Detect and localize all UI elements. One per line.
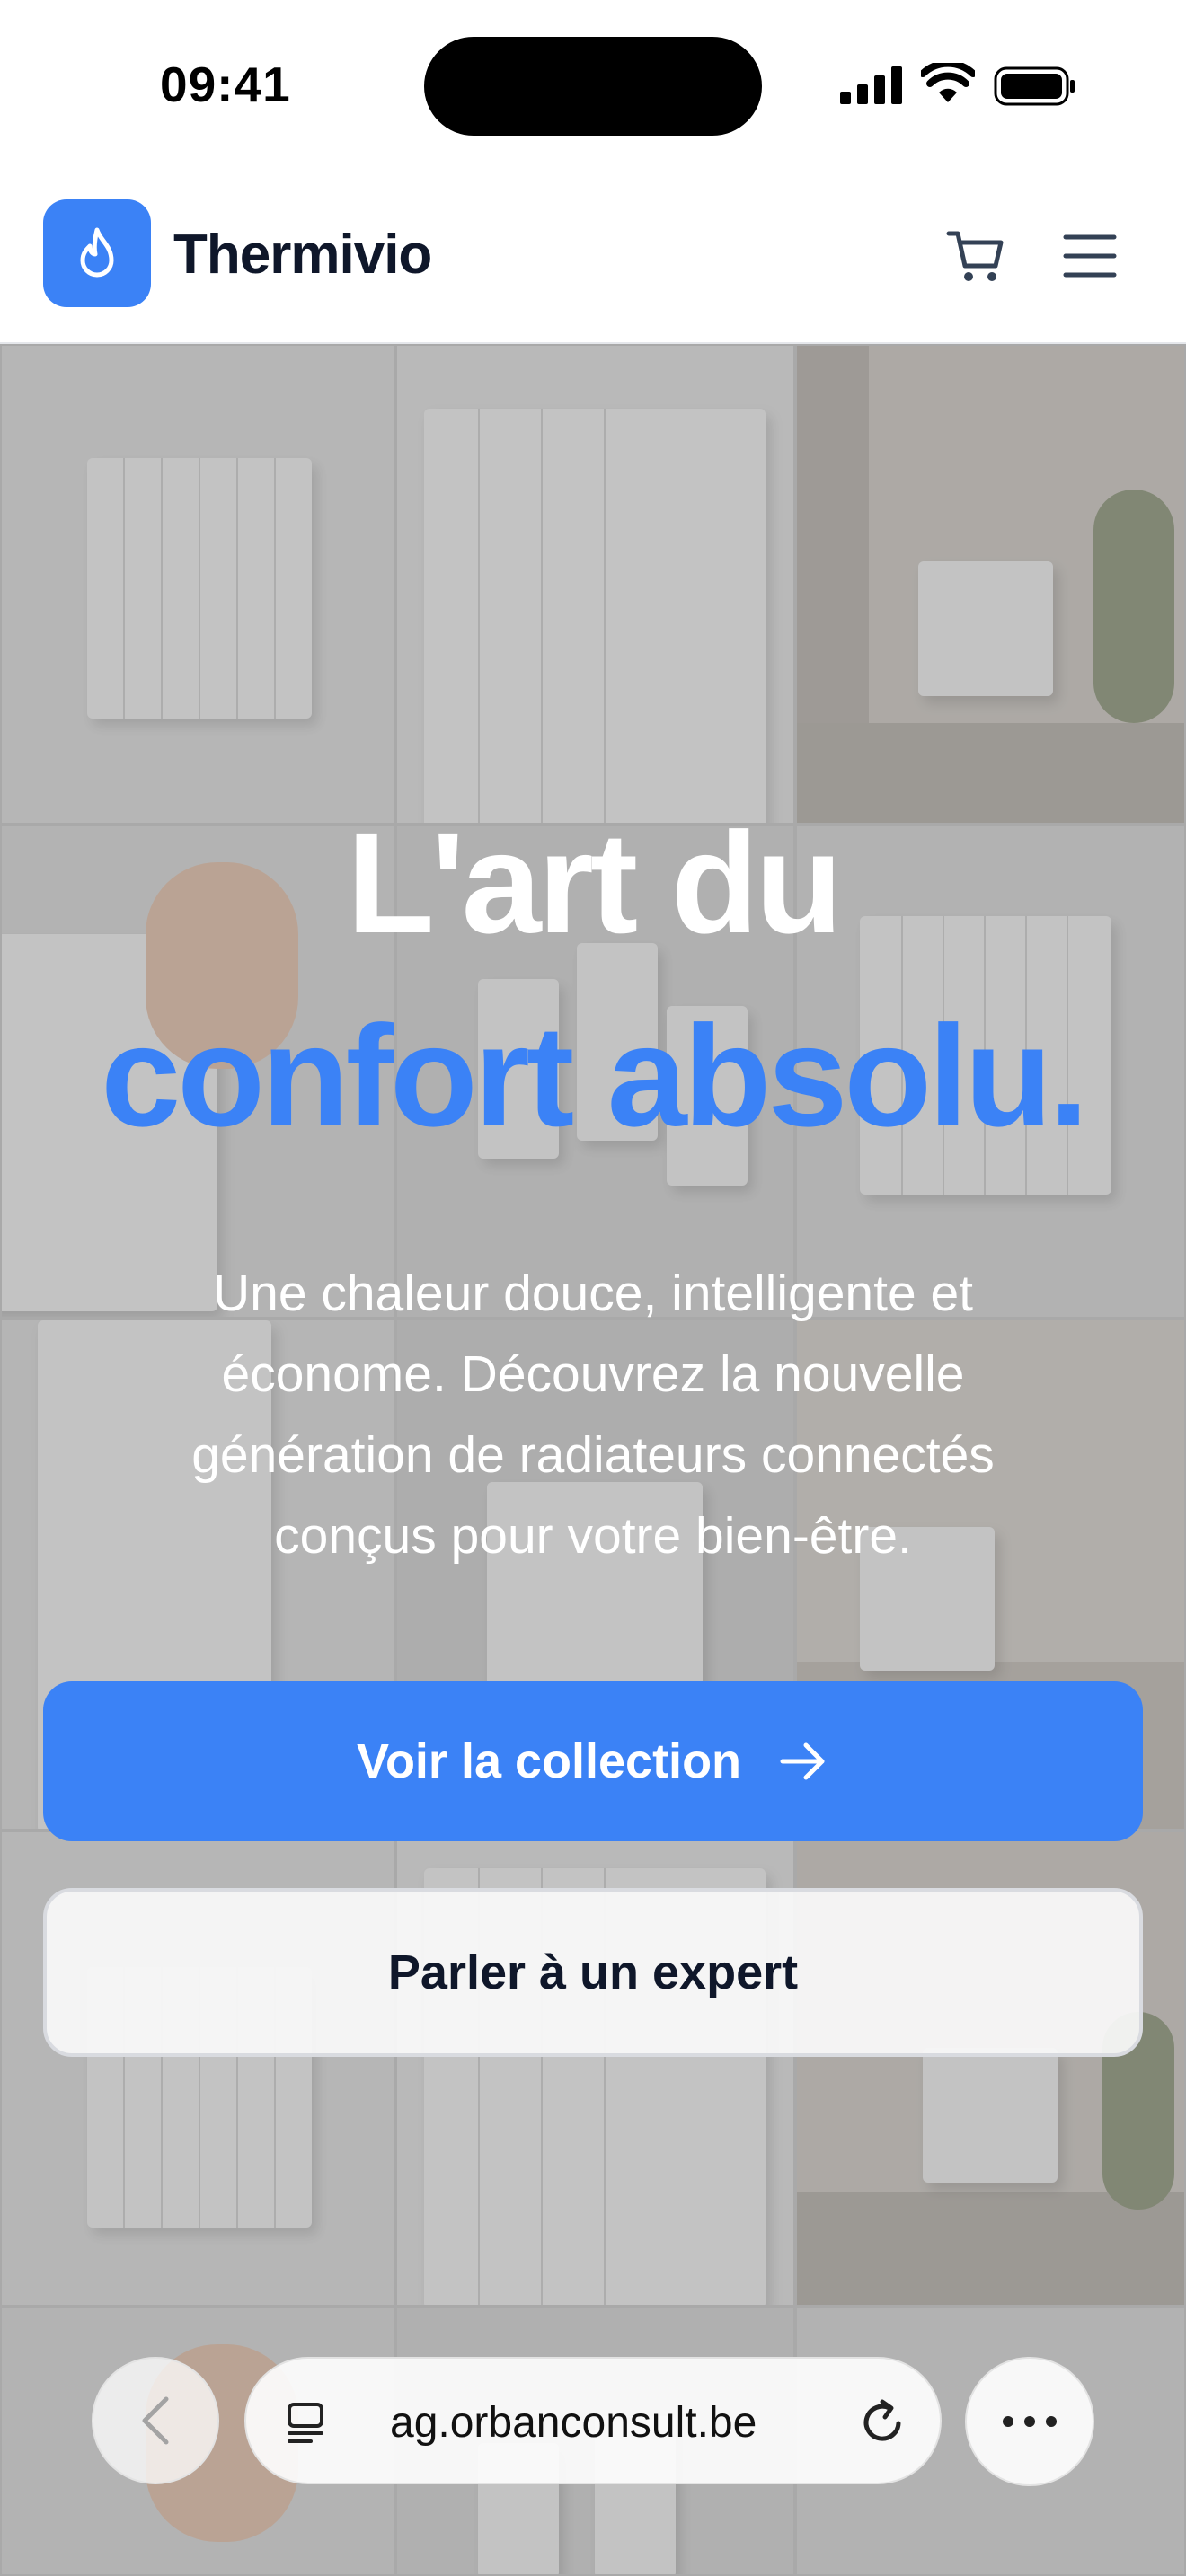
hero-subtitle: Une chaleur douce, intelligente et écono…: [191, 1265, 995, 1565]
view-collection-label: Voir la collection: [356, 1734, 742, 1788]
menu-icon[interactable]: [1060, 226, 1120, 286]
battery-icon: [994, 66, 1075, 106]
brand-name[interactable]: Thermivio: [173, 223, 432, 287]
hero-title-line1: L'art du: [346, 802, 843, 963]
talk-to-expert-label: Parler à un expert: [387, 1945, 799, 1999]
status-time: 09:41: [160, 57, 291, 112]
browser-more-button[interactable]: [965, 2357, 1094, 2486]
product-image: [395, 344, 795, 825]
browser-url[interactable]: ag.orbanconsult.be: [390, 2398, 757, 2448]
browser-address-bar[interactable]: ag.orbanconsult.be: [244, 2357, 942, 2484]
hero-title-line2: confort absolu.: [101, 995, 1089, 1156]
talk-to-expert-button[interactable]: Parler à un expert: [43, 1888, 1143, 2057]
more-icon: [1003, 2416, 1057, 2427]
site-header: Thermivio: [0, 171, 1186, 344]
brand-logo[interactable]: [43, 199, 151, 307]
status-bar: 09:41: [0, 0, 1186, 171]
browser-back-button[interactable]: [92, 2357, 219, 2484]
reload-icon[interactable]: [857, 2396, 909, 2448]
cellular-signal-icon: [840, 66, 902, 104]
arrow-right-icon: [780, 1742, 825, 1780]
product-image: [0, 344, 395, 825]
wifi-icon: [921, 63, 975, 102]
product-image: [795, 344, 1186, 825]
cart-icon[interactable]: [943, 223, 1010, 289]
reader-icon[interactable]: [282, 2399, 329, 2446]
flame-icon: [80, 227, 114, 278]
dynamic-island: [424, 37, 762, 136]
chevron-left-icon: [142, 2396, 169, 2445]
view-collection-button[interactable]: Voir la collection: [43, 1681, 1143, 1841]
